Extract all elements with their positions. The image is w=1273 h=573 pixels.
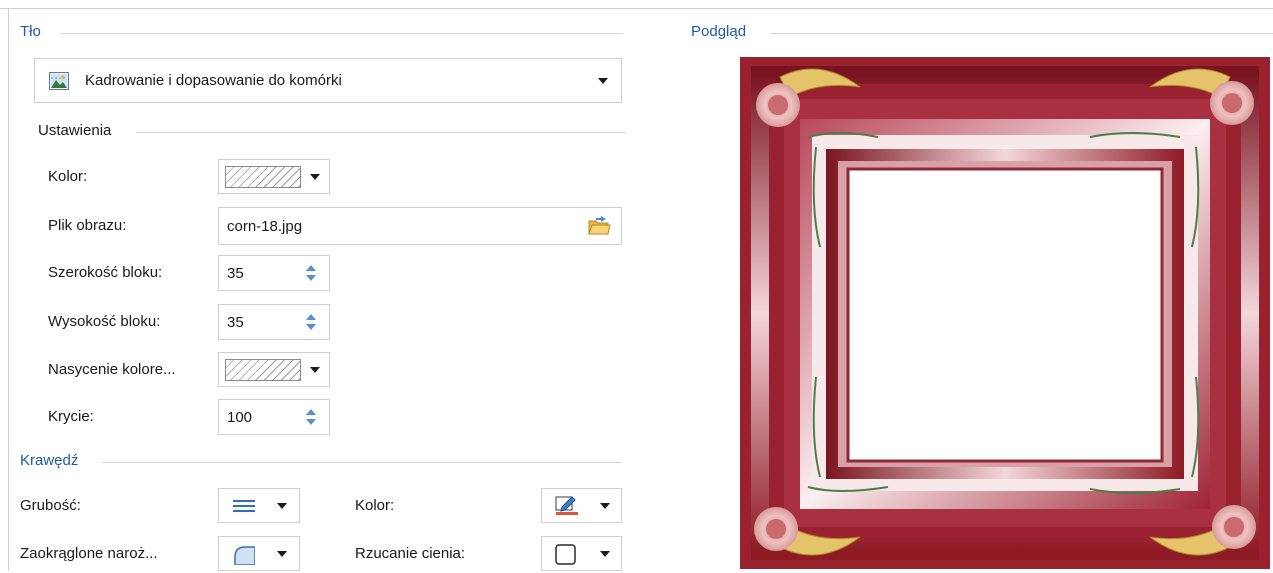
shadow-label: Rzucanie cienia: (355, 545, 466, 562)
fill-type-dropdown[interactable]: Kadrowanie i dopasowanie do komórki (34, 58, 622, 103)
rounded-corners-dropdown[interactable] (218, 536, 300, 571)
block-width-label: Szerokość bloku: (48, 264, 163, 281)
chevron-down-icon (600, 503, 610, 509)
block-height-value: 35 (227, 314, 244, 331)
image-file-label: Plik obrazu: (48, 217, 127, 234)
opacity-spinner[interactable]: 100 (218, 399, 330, 435)
preview-group-line (770, 33, 1273, 34)
chevron-down-icon (310, 367, 320, 373)
block-height-label: Wysokość bloku: (48, 313, 161, 330)
line-weight-icon (233, 499, 255, 517)
preview-group-title: Podgląd (691, 23, 753, 40)
chevron-down-icon (600, 551, 610, 557)
image-fill-icon (49, 72, 69, 94)
saturation-label: Nasycenie kolore... (48, 361, 176, 378)
color-swatch (225, 166, 301, 188)
image-file-value: corn-18.jpg (227, 218, 303, 235)
thickness-label: Grubość: (20, 497, 81, 514)
border-color-picker[interactable] (541, 488, 622, 523)
saturation-swatch (225, 359, 301, 381)
spin-up-icon[interactable] (306, 265, 316, 271)
spin-down-icon[interactable] (306, 275, 316, 281)
rounded-corner-icon (233, 545, 256, 569)
color-label: Kolor: (48, 168, 88, 185)
saturation-picker[interactable] (218, 352, 330, 387)
panel-left-border (8, 8, 9, 571)
chevron-down-icon (277, 551, 287, 557)
open-folder-icon[interactable] (587, 215, 611, 241)
border-color-label: Kolor: (355, 497, 395, 514)
spin-down-icon[interactable] (306, 419, 316, 425)
panel-top-border (0, 8, 1273, 9)
settings-group-title: Ustawienia (38, 122, 118, 139)
image-file-field[interactable]: corn-18.jpg (218, 207, 622, 245)
decorative-frame-icon (740, 57, 1270, 569)
spin-down-icon[interactable] (306, 324, 316, 330)
shadow-box-icon (555, 544, 577, 570)
rounded-corners-label: Zaokrąglone naroż... (20, 545, 158, 562)
chevron-down-icon (310, 174, 320, 180)
background-group-title: Tło (20, 23, 47, 40)
pen-color-icon (555, 495, 579, 521)
block-width-spinner[interactable]: 35 (218, 255, 330, 291)
opacity-label: Krycie: (48, 408, 94, 425)
spin-up-icon[interactable] (306, 409, 316, 415)
shadow-dropdown[interactable] (541, 536, 622, 571)
block-height-spinner[interactable]: 35 (218, 304, 330, 340)
opacity-value: 100 (227, 409, 253, 426)
fill-type-value: Kadrowanie i dopasowanie do komórki (85, 72, 342, 89)
chevron-down-icon (277, 503, 287, 509)
border-group-title: Krawędź (20, 452, 85, 469)
block-width-value: 35 (227, 265, 244, 282)
color-picker[interactable] (218, 159, 330, 194)
preview-image (740, 57, 1270, 569)
border-group-line (102, 462, 622, 463)
thickness-dropdown[interactable] (218, 488, 300, 523)
settings-group-line (136, 132, 626, 133)
spin-up-icon[interactable] (306, 314, 316, 320)
chevron-down-icon (598, 78, 608, 84)
background-group-line (60, 33, 623, 34)
